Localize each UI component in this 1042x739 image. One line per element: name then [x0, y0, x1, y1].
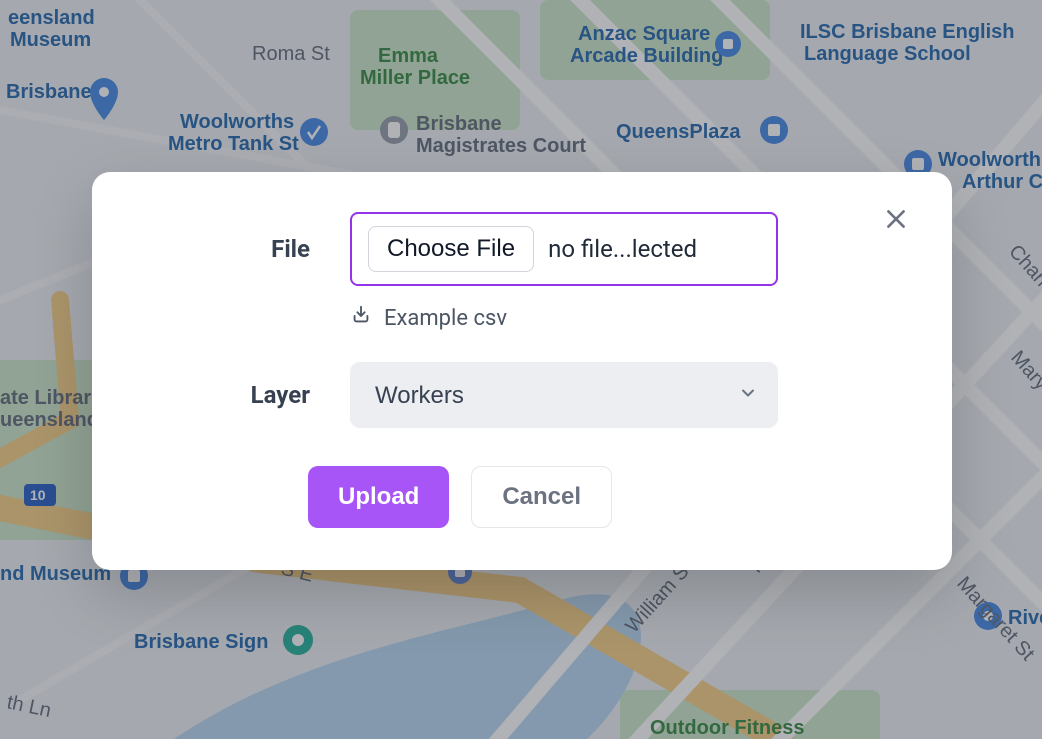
- example-csv-label: Example csv: [384, 306, 507, 331]
- close-icon: [883, 206, 909, 235]
- download-icon: [350, 304, 372, 332]
- cancel-button[interactable]: Cancel: [471, 466, 612, 528]
- upload-modal: File Choose File no file...lected Exampl…: [92, 172, 952, 570]
- upload-button[interactable]: Upload: [308, 466, 449, 528]
- choose-file-button[interactable]: Choose File: [368, 226, 534, 272]
- layer-row: Layer Workers: [150, 362, 894, 428]
- file-row: File Choose File no file...lected: [150, 212, 894, 286]
- layer-select[interactable]: Workers: [350, 362, 778, 428]
- close-button[interactable]: [876, 200, 916, 240]
- file-status-text: no file...lected: [548, 235, 760, 263]
- file-label: File: [150, 235, 350, 263]
- layer-label: Layer: [150, 381, 350, 409]
- example-csv-link[interactable]: Example csv: [350, 304, 507, 332]
- example-row: Example csv: [350, 304, 894, 332]
- file-input[interactable]: Choose File no file...lected: [350, 212, 778, 286]
- layer-select-wrap: Workers: [350, 362, 778, 428]
- modal-actions: Upload Cancel: [308, 466, 894, 528]
